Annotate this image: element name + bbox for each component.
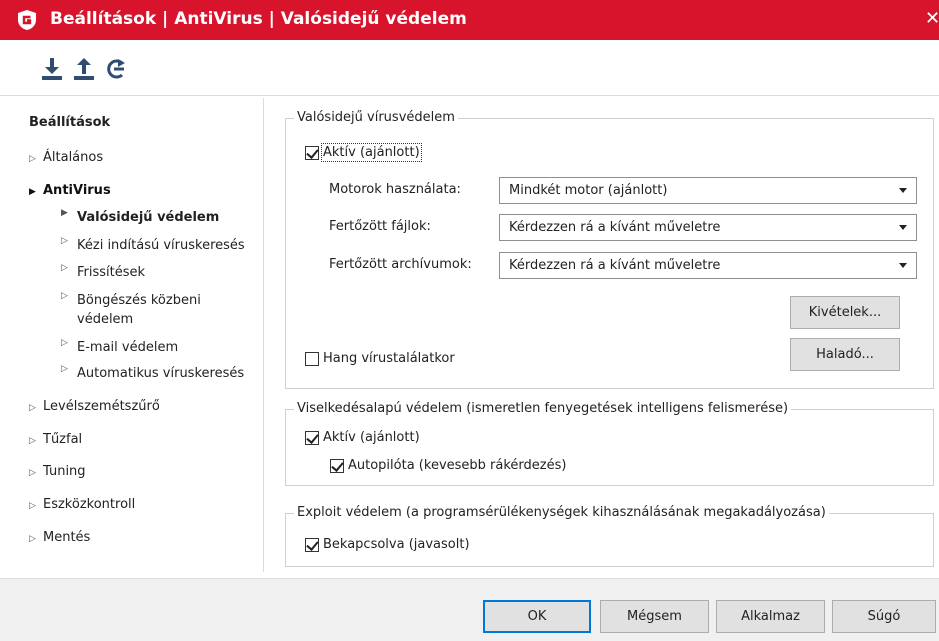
realtime-protection-group: Valósidejű vírusvédelem Aktív (ajánlott)… xyxy=(285,110,934,389)
infected-archives-label: Fertőzött archívumok: xyxy=(329,257,472,272)
sidebar-item-tuning[interactable]: ▷ Tuning xyxy=(29,464,86,479)
gdata-shield-logo-icon xyxy=(18,10,36,30)
realtime-active-checkbox[interactable]: Aktív (ajánlott) xyxy=(305,143,422,162)
sidebar-item-eszkozkontroll[interactable]: ▷ Eszközkontroll xyxy=(29,497,135,512)
behavior-active-checkbox[interactable]: Aktív (ajánlott) xyxy=(305,430,420,445)
behavior-group-title: Viselkedésalapú védelem (ismeretlen feny… xyxy=(294,401,792,416)
import-button[interactable] xyxy=(40,56,64,82)
realtime-group-title: Valósidejű vírusvédelem xyxy=(294,110,458,125)
sidebar-subitem-automatikus[interactable]: ▷ Automatikus víruskeresés xyxy=(61,364,244,383)
advanced-button[interactable]: Haladó... xyxy=(790,338,900,371)
chevron-down-icon xyxy=(899,225,907,230)
sidebar-subitem-kezi[interactable]: ▷ Kézi indítású víruskeresés xyxy=(61,236,245,255)
checkbox-checked-icon xyxy=(305,145,319,160)
sidebar-item-tuzfal[interactable]: ▷ Tűzfal xyxy=(29,432,82,447)
infected-archives-select[interactable]: Kérdezzen rá a kívánt műveletre xyxy=(499,252,917,279)
import-icon xyxy=(42,58,62,80)
engines-select[interactable]: Mindkét motor (ajánlott) xyxy=(499,177,917,204)
expand-triangle-icon: ▷ xyxy=(61,263,68,273)
sidebar-item-altalanos[interactable]: ▷ Általános xyxy=(29,150,103,165)
reset-button[interactable] xyxy=(104,56,128,82)
chevron-down-icon xyxy=(899,263,907,268)
sidebar-subitem-bongeszes[interactable]: ▷ Böngészés közbeni védelem xyxy=(61,291,251,329)
expand-triangle-icon: ▷ xyxy=(29,436,36,446)
cancel-button[interactable]: Mégsem xyxy=(600,600,709,633)
chevron-down-icon xyxy=(899,188,907,193)
reset-icon xyxy=(107,59,125,79)
expand-triangle-icon: ▷ xyxy=(29,468,36,478)
sidebar-subitem-frissitesek[interactable]: ▷ Frissítések xyxy=(61,263,145,282)
help-button[interactable]: Súgó xyxy=(832,600,936,633)
engines-label: Motorok használata: xyxy=(329,182,461,197)
infected-files-label: Fertőzött fájlok: xyxy=(329,219,431,234)
exploit-protection-group: Exploit védelem (a programsérülékenysége… xyxy=(285,505,934,567)
sidebar-item-antivirus[interactable]: ▶ AntiVirus xyxy=(29,183,111,198)
behavior-protection-group: Viselkedésalapú védelem (ismeretlen feny… xyxy=(285,401,934,486)
sidebar: Beállítások ▷ Általános ▶ AntiVirus ▶ Valós… xyxy=(0,98,262,578)
autopilot-checkbox[interactable]: Autopilóta (kevesebb rákérdezés) xyxy=(330,458,566,473)
expand-triangle-icon: ▷ xyxy=(61,236,68,246)
dialog-footer: OK Mégsem Alkalmaz Súgó xyxy=(0,578,939,641)
sidebar-subitem-valosideju[interactable]: ▶ Valósidejű védelem xyxy=(61,208,219,227)
expand-triangle-icon: ▷ xyxy=(29,154,36,164)
sound-alert-checkbox[interactable]: Hang vírustalálatkor xyxy=(305,351,455,366)
sidebar-heading: Beállítások xyxy=(29,115,111,130)
export-button[interactable] xyxy=(72,56,96,82)
exploit-group-title: Exploit védelem (a programsérülékenysége… xyxy=(294,505,829,520)
expand-triangle-icon: ▷ xyxy=(29,534,36,544)
infected-files-select[interactable]: Kérdezzen rá a kívánt műveletre xyxy=(499,214,917,241)
sidebar-item-levelszemet[interactable]: ▷ Levélszemétszűrő xyxy=(29,399,160,414)
expand-triangle-icon: ▷ xyxy=(29,403,36,413)
close-icon[interactable]: ✕ xyxy=(925,8,939,32)
selected-triangle-icon: ▶ xyxy=(61,208,68,218)
expand-triangle-icon: ▷ xyxy=(61,364,68,374)
expand-triangle-icon: ▷ xyxy=(29,501,36,511)
apply-button[interactable]: Alkalmaz xyxy=(716,600,825,633)
checkbox-checked-icon xyxy=(330,458,344,473)
exploit-enabled-checkbox[interactable]: Bekapcsolva (javasolt) xyxy=(305,537,470,552)
export-icon xyxy=(74,58,94,80)
toolbar xyxy=(0,40,939,96)
window-title: Beállítások | AntiVirus | Valósidejű véd… xyxy=(50,9,467,29)
title-bar: Beállítások | AntiVirus | Valósidejű véd… xyxy=(0,0,939,40)
sidebar-divider xyxy=(263,98,264,572)
exceptions-button[interactable]: Kivételek... xyxy=(790,296,900,329)
toolbar-divider xyxy=(0,95,939,96)
checkbox-checked-icon xyxy=(305,537,319,552)
sidebar-subitem-email[interactable]: ▷ E-mail védelem xyxy=(61,338,178,357)
expand-triangle-icon: ▷ xyxy=(61,338,68,348)
sidebar-item-mentes[interactable]: ▷ Mentés xyxy=(29,530,90,545)
ok-button[interactable]: OK xyxy=(483,600,591,633)
checkbox-checked-icon xyxy=(305,430,319,445)
expand-triangle-icon: ▷ xyxy=(61,291,68,301)
expanded-triangle-icon: ▶ xyxy=(29,187,36,197)
checkbox-unchecked-icon xyxy=(305,351,319,366)
